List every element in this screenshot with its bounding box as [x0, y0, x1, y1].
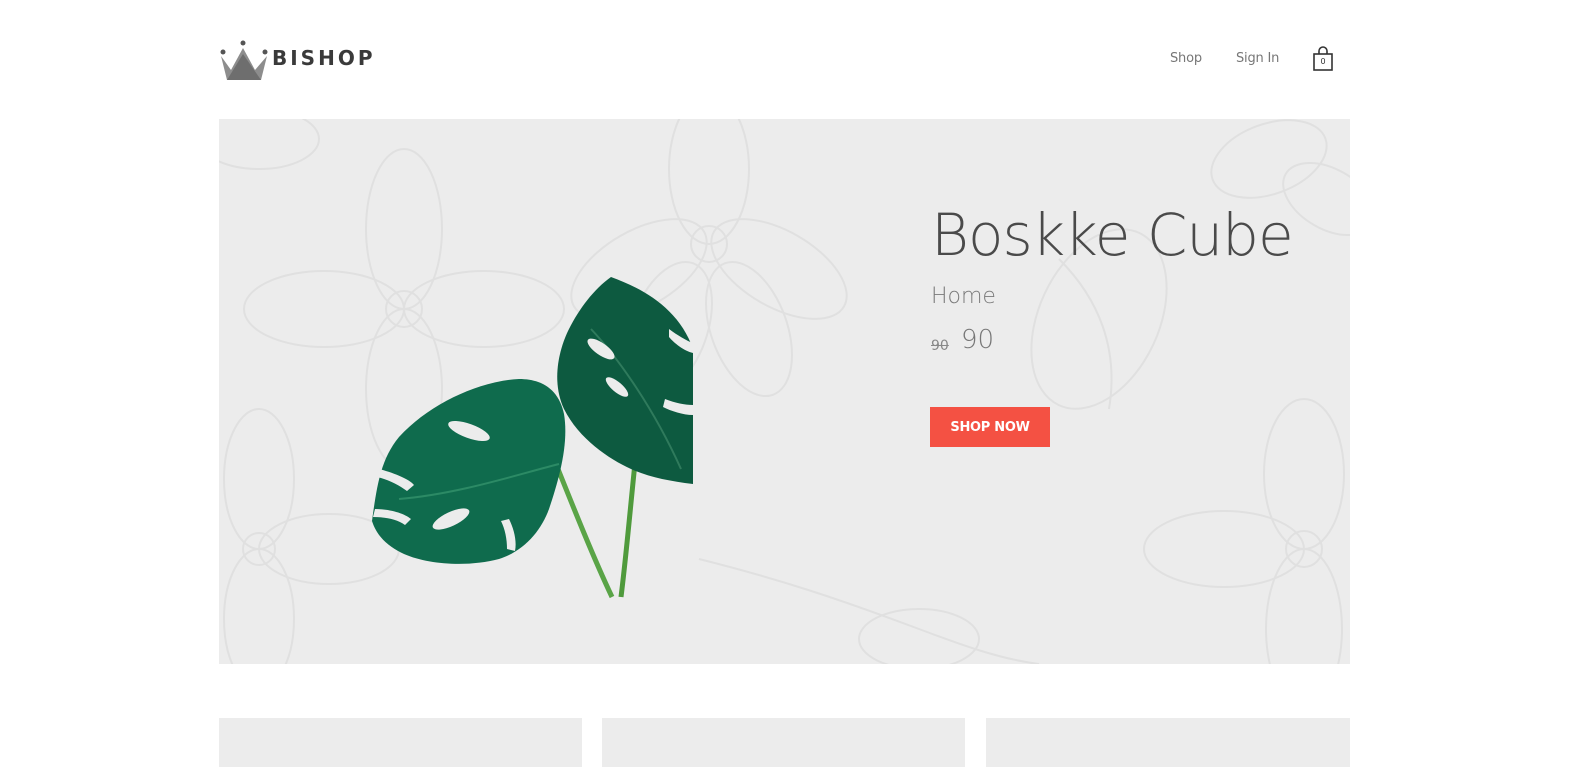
- product-card-3[interactable]: [986, 718, 1350, 767]
- hero-banner: Boskke Cube Home 90 90 SHOP NOW: [219, 119, 1350, 664]
- product-card-2[interactable]: [602, 718, 965, 767]
- shop-now-button[interactable]: SHOP NOW: [930, 407, 1050, 447]
- nav-shop-link[interactable]: Shop: [1170, 51, 1202, 66]
- hero-product-category[interactable]: Home: [931, 284, 996, 309]
- brand-name: BISHOP: [272, 46, 376, 70]
- monstera-leaf-image: [372, 277, 693, 599]
- cart-count-badge: 0: [1320, 57, 1326, 66]
- hero-product-title: Boskke Cube: [931, 201, 1294, 269]
- brand-logo[interactable]: BISHOP: [219, 40, 376, 82]
- crown-icon: [220, 40, 268, 80]
- cart-button[interactable]: 0: [1312, 46, 1334, 72]
- product-card-1[interactable]: [219, 718, 582, 767]
- page: BISHOP Shop Sign In 0 Boskke Cube Home 9…: [0, 0, 1583, 767]
- hero-price-old: 90: [931, 338, 949, 354]
- hero-price-new: 90: [961, 325, 995, 355]
- nav-signin-link[interactable]: Sign In: [1236, 51, 1279, 66]
- site-header: BISHOP Shop Sign In 0: [0, 0, 1583, 119]
